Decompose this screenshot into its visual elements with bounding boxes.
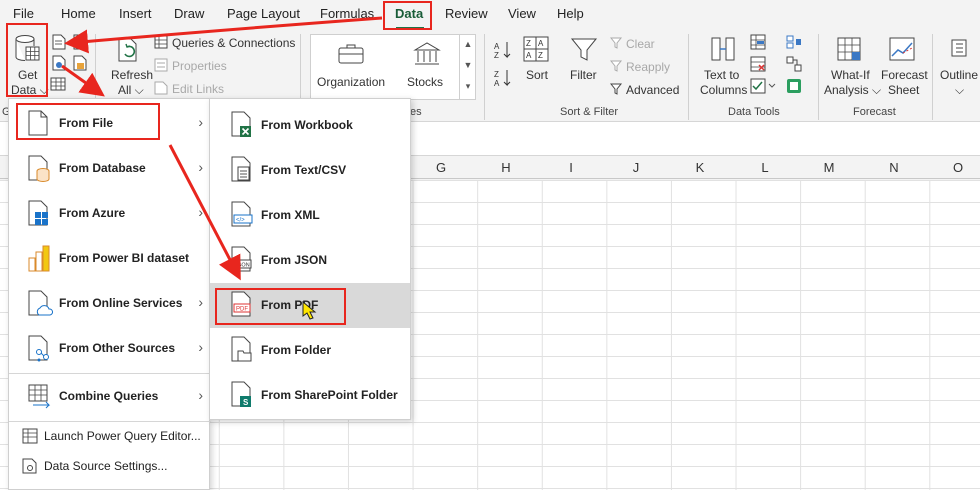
arrow-getdata-to-fromfile [61,64,105,97]
arrow-fromfile-to-frompdf [168,144,241,281]
arrow-data-to-getdata [64,16,383,54]
excel-window: File Home Insert Draw Page Layout Formul… [0,0,980,490]
annotation-arrows [61,16,383,281]
